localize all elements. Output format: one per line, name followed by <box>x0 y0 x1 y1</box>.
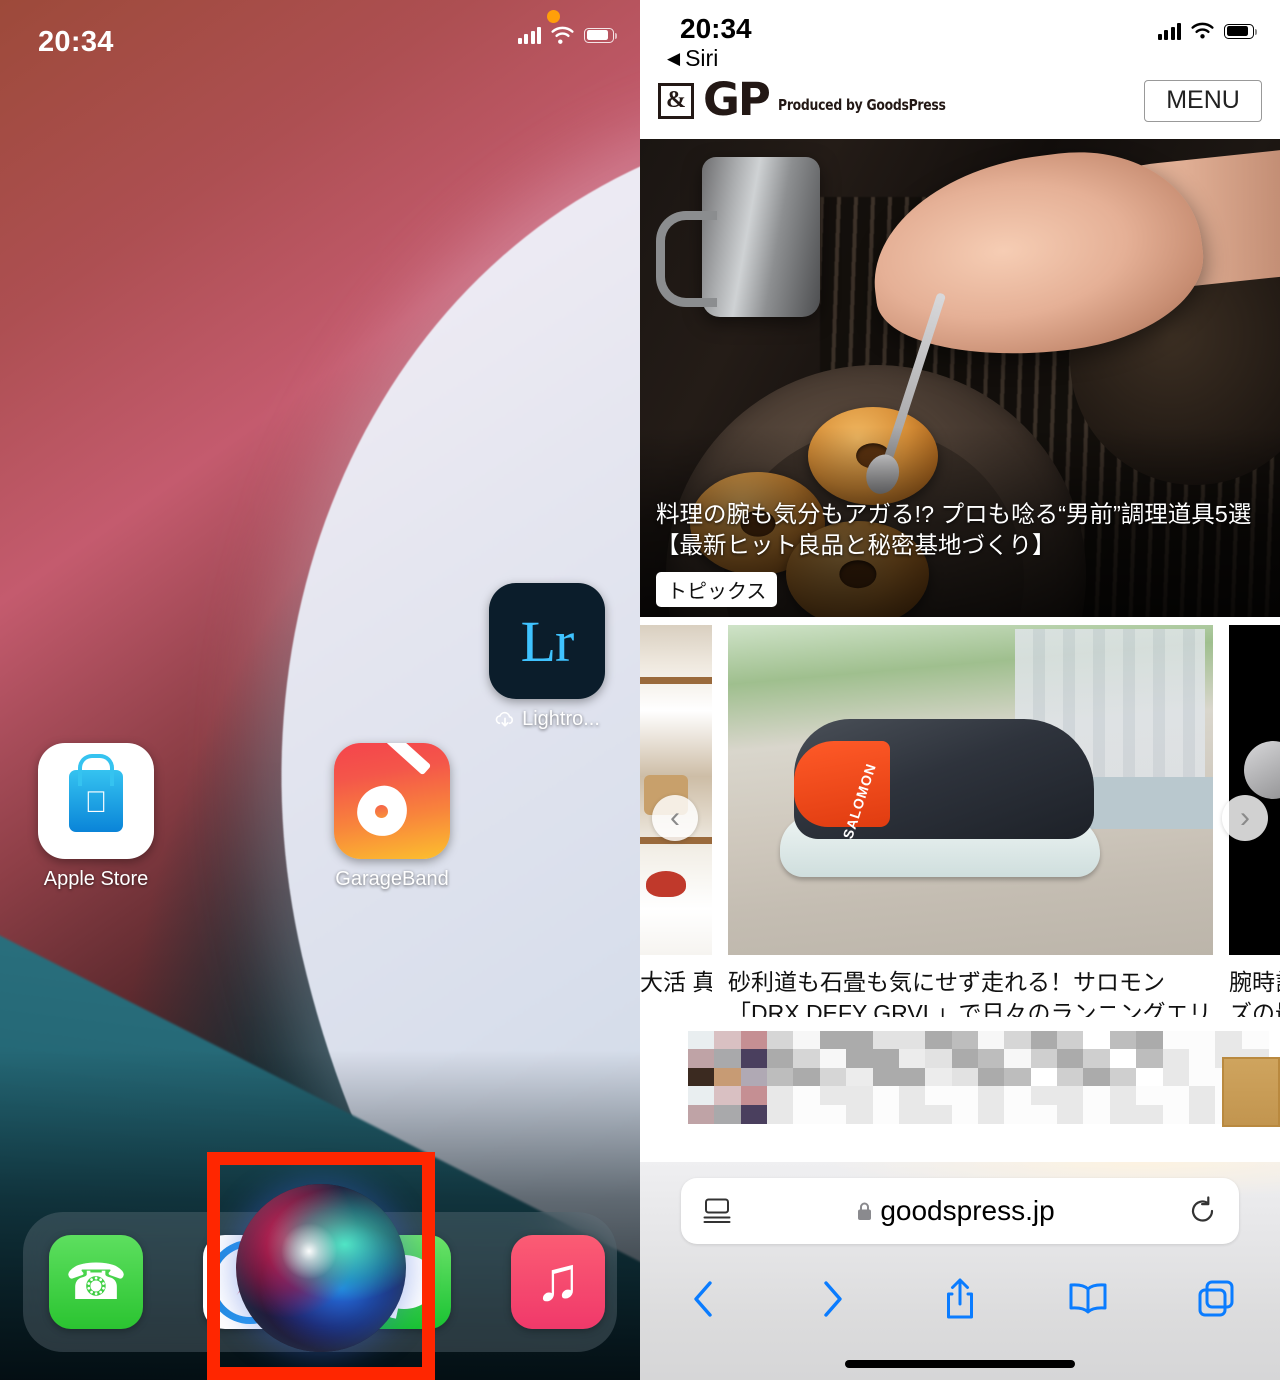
cloud-download-icon <box>494 711 516 728</box>
logo-tagline: Produced by GoodsPress <box>777 95 946 114</box>
address-bar[interactable]: goodspress.jp <box>681 1178 1239 1244</box>
app-icon-lightroom[interactable]: Lr Lightro... <box>489 583 605 731</box>
safari-status-icons <box>1157 22 1258 40</box>
music-note-icon: ♫ <box>534 1245 582 1314</box>
address-bar-content: goodspress.jp <box>723 1195 1189 1227</box>
card-caption-next-text: 腕時計 ズの最 <box>1229 969 1280 1017</box>
back-to-siri-link[interactable]: ◀ Siri <box>667 45 718 72</box>
cellular-signal-icon <box>517 26 541 44</box>
back-app-label: Siri <box>685 45 719 71</box>
logo-gp-text: GP <box>703 73 771 127</box>
bookmarks-button[interactable] <box>1024 1282 1152 1316</box>
back-arrow-icon: ◀ <box>667 48 681 68</box>
app-label-lightroom: Lightro... <box>522 708 600 730</box>
carousel-card-active[interactable]: SALOMON <box>728 625 1213 955</box>
mic-in-use-indicator <box>547 10 560 23</box>
share-icon <box>947 1278 973 1319</box>
chevron-left-icon: ‹ <box>670 801 680 834</box>
address-bar-url: goodspress.jp <box>880 1195 1055 1226</box>
carousel-next-button[interactable]: › <box>1222 795 1268 841</box>
lock-icon <box>858 1202 872 1220</box>
wifi-icon <box>551 26 574 44</box>
card-caption-active: 砂利道も石畳も気にせず走れる！サロモン「DRX DEFY GRVL」で日々のラン… <box>728 969 1212 1017</box>
hero-headline: 料理の腕も気分もアガる!? プロも唸る“男前”調理道具5選【最新ヒット良品と秘密… <box>656 500 1252 558</box>
shelf-item <box>646 871 686 897</box>
lightroom-icon-text: Lr <box>520 608 575 674</box>
app-label-garageband: GarageBand <box>335 868 449 890</box>
site-logo[interactable]: & GP Produced by GoodsPress <box>658 73 960 127</box>
carousel-prev-button[interactable]: ‹ <box>652 795 698 841</box>
card-caption-prev: 大活 真の <box>640 969 712 995</box>
app-label-apple-store: Apple Store <box>43 868 149 890</box>
kettle-object <box>656 157 820 317</box>
battery-icon <box>584 27 618 43</box>
carousel-card-next[interactable] <box>1229 625 1280 955</box>
lightroom-icon: Lr <box>489 583 605 699</box>
app-icon-apple-store[interactable]:  Apple Store <box>38 743 154 891</box>
book-icon <box>1069 1283 1107 1314</box>
safari-status-time: 20:34 <box>680 13 752 44</box>
reload-icon[interactable] <box>1189 1196 1217 1226</box>
carousel-cards: SALOMON <box>640 625 1280 955</box>
menu-button[interactable]: MENU <box>1144 79 1262 122</box>
dock-icon-phone[interactable]: ☎ <box>49 1235 143 1329</box>
blurred-ad-block[interactable] <box>640 1017 1280 1127</box>
chevron-left-icon <box>694 1281 712 1317</box>
chevron-right-icon: › <box>1240 801 1250 834</box>
app-label-lightroom-row: Lightro... <box>489 708 605 731</box>
safari-toolbar <box>640 1262 1280 1336</box>
card-thumbnail <box>640 625 712 955</box>
card-caption-next: 腕時計 ズの最 PR <box>1229 967 1280 1017</box>
apple-store-icon:  <box>38 743 154 859</box>
tabs-icon <box>1198 1280 1234 1317</box>
battery-icon <box>1224 23 1258 39</box>
guitar-glyph <box>353 743 432 840</box>
watch-shape <box>1244 741 1280 800</box>
status-icons <box>517 26 618 44</box>
forward-button[interactable] <box>768 1279 896 1319</box>
back-button[interactable] <box>640 1279 768 1319</box>
status-time: 20:34 <box>38 26 114 58</box>
carousel-card-prev[interactable] <box>640 625 712 955</box>
phone-icon: ☎ <box>64 1254 128 1310</box>
home-indicator <box>845 1360 1075 1368</box>
ad-gold-swatch <box>1222 1057 1280 1127</box>
mosaic-pixels <box>688 1031 1269 1124</box>
running-shoe-photo: SALOMON <box>780 683 1110 883</box>
chevron-right-icon <box>824 1281 842 1317</box>
share-button[interactable] <box>896 1277 1024 1321</box>
hero-article[interactable]: 料理の腕も気分もアガる!? プロも唸る“男前”調理道具5選【最新ヒット良品と秘密… <box>640 139 1280 617</box>
card-thumbnail: SALOMON <box>728 625 1213 955</box>
ios-status-bar: 20:34 <box>0 0 640 62</box>
safari-status-bar: 20:34 ◀ Siri <box>640 0 1280 71</box>
safari-browser-screen: 20:34 ◀ Siri & GP Produced by GoodsPress… <box>640 0 1280 1380</box>
wifi-icon <box>1191 22 1214 39</box>
iphone-home-screen: 20:34 Lr Lightro...  Apple Store <box>0 0 640 1380</box>
siri-orb[interactable] <box>236 1184 406 1352</box>
carousel-captions: 大活 真の 砂利道も石畳も気にせず走れる！サロモン「DRX DEFY GRVL」… <box>640 955 1280 1017</box>
garageband-icon <box>334 743 450 859</box>
app-icon-garageband[interactable]: GarageBand <box>334 743 450 891</box>
logo-ampersand: & <box>658 82 694 119</box>
card-thumbnail <box>1229 625 1280 955</box>
shopping-bag-shape:  <box>69 770 123 832</box>
dock-icon-music[interactable]: ♫ <box>511 1235 605 1329</box>
safari-bottom-bar: goodspress.jp <box>640 1162 1280 1380</box>
apple-logo-glyph:  <box>85 788 108 818</box>
tabs-button[interactable] <box>1152 1280 1280 1318</box>
site-header: & GP Produced by GoodsPress MENU <box>640 62 1280 139</box>
article-carousel: SALOMON ‹ › 大活 真の 砂利道も石畳も気にせず走れる！サロモン「DR… <box>640 617 1280 1017</box>
cellular-signal-icon <box>1157 22 1181 40</box>
hero-category-tag[interactable]: トピックス <box>656 572 778 607</box>
